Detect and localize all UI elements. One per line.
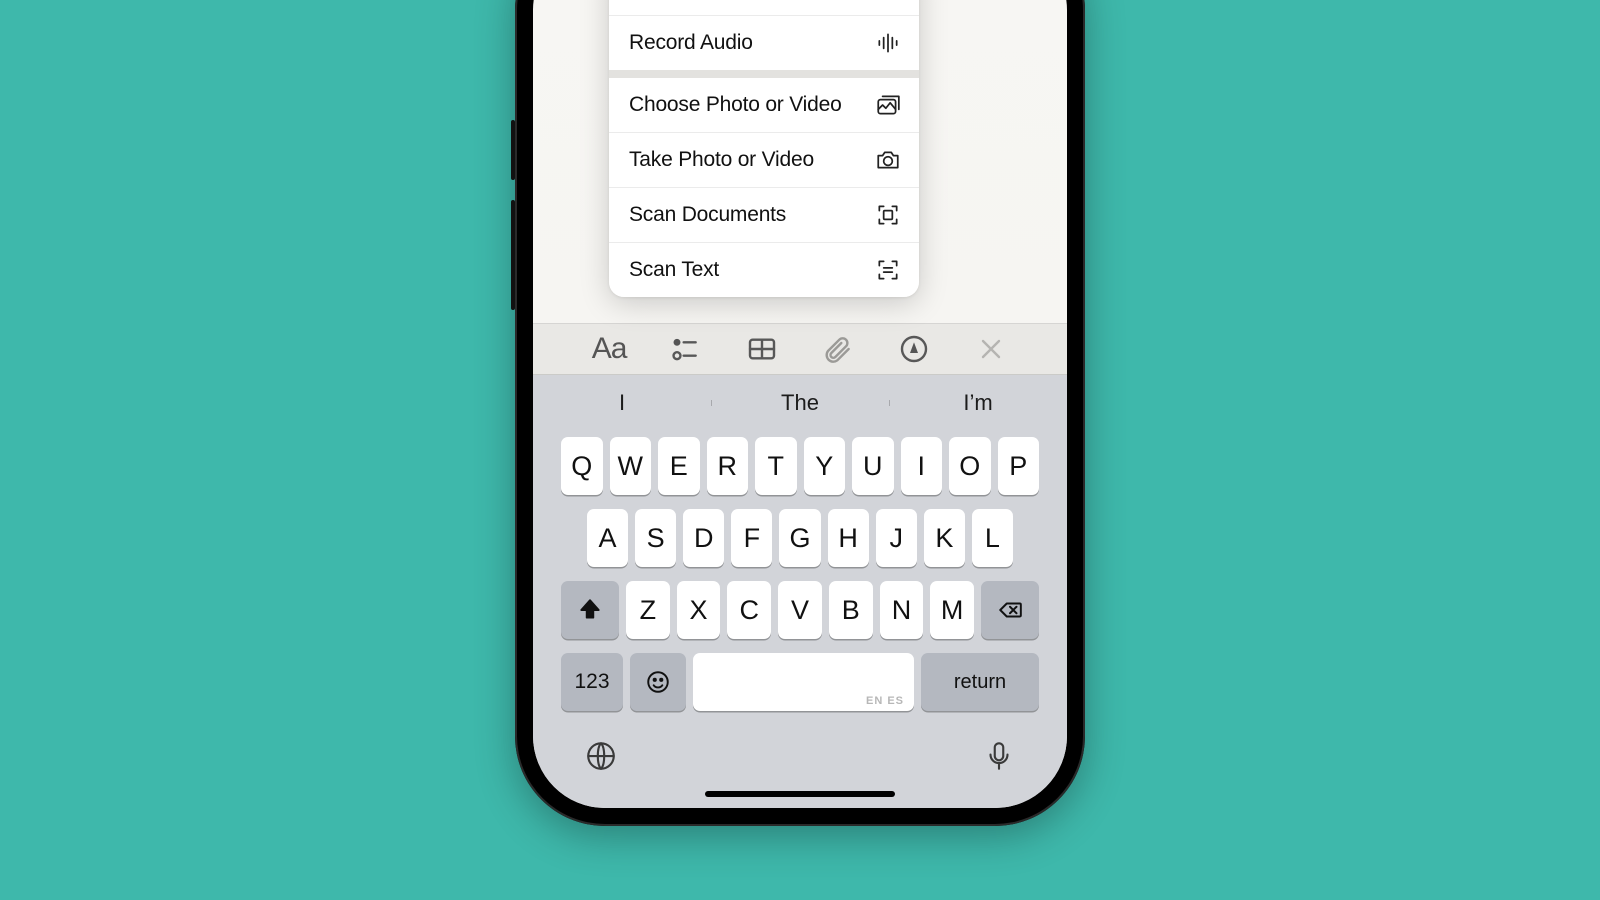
key-c[interactable]: C	[727, 581, 771, 639]
gallery-icon	[875, 92, 901, 118]
attachment-menu: Attach File Record Audio Choose	[609, 0, 919, 297]
shift-key[interactable]	[561, 581, 619, 639]
screen: Attach File Record Audio Choose	[533, 0, 1067, 808]
globe-button[interactable]	[581, 736, 621, 776]
text-scan-icon	[875, 257, 901, 283]
file-icon	[875, 0, 901, 1]
key-y[interactable]: Y	[804, 437, 846, 495]
suggestion-2[interactable]: The	[711, 390, 889, 416]
doc-scan-icon	[875, 202, 901, 228]
backspace-key[interactable]	[981, 581, 1039, 639]
key-row-2: A S D F G H J K L	[539, 509, 1061, 567]
menu-item-label: Record Audio	[629, 31, 753, 55]
key-u[interactable]: U	[852, 437, 894, 495]
key-s[interactable]: S	[635, 509, 676, 567]
key-row-1: Q W E R T Y U I O P	[539, 437, 1061, 495]
keyboard: Q W E R T Y U I O P A S D F G H	[533, 431, 1067, 717]
key-z[interactable]: Z	[626, 581, 670, 639]
close-toolbar-button[interactable]	[971, 329, 1011, 369]
numbers-key[interactable]: 123	[561, 653, 623, 711]
key-q[interactable]: Q	[561, 437, 603, 495]
key-d[interactable]: D	[683, 509, 724, 567]
menu-group-1: Attach File Record Audio	[609, 0, 919, 70]
checklist-button[interactable]	[665, 329, 705, 369]
key-w[interactable]: W	[610, 437, 652, 495]
table-button[interactable]	[742, 329, 782, 369]
key-row-4: 123 EN ES return	[539, 653, 1061, 711]
key-h[interactable]: H	[828, 509, 869, 567]
space-languages: EN ES	[866, 695, 904, 707]
attachment-button[interactable]	[818, 329, 858, 369]
format-toolbar: Aa	[533, 323, 1067, 375]
menu-item-label: Scan Documents	[629, 203, 786, 227]
key-x[interactable]: X	[677, 581, 721, 639]
key-o[interactable]: O	[949, 437, 991, 495]
menu-item-record-audio[interactable]: Record Audio	[609, 15, 919, 70]
menu-item-label: Take Photo or Video	[629, 148, 814, 172]
key-m[interactable]: M	[930, 581, 974, 639]
camera-icon	[875, 147, 901, 173]
dictation-button[interactable]	[979, 736, 1019, 776]
key-k[interactable]: K	[924, 509, 965, 567]
markup-button[interactable]	[894, 329, 934, 369]
key-j[interactable]: J	[876, 509, 917, 567]
suggestion-bar: I The I’m	[533, 375, 1067, 431]
key-p[interactable]: P	[998, 437, 1040, 495]
key-f[interactable]: F	[731, 509, 772, 567]
key-row-3: Z X C V B N M	[539, 581, 1061, 639]
menu-item-choose-photo[interactable]: Choose Photo or Video	[609, 78, 919, 132]
menu-item-attach-file[interactable]: Attach File	[609, 0, 919, 15]
note-canvas[interactable]: Attach File Record Audio Choose	[533, 0, 1067, 323]
menu-item-label: Scan Text	[629, 258, 719, 282]
key-r[interactable]: R	[707, 437, 749, 495]
key-l[interactable]: L	[972, 509, 1013, 567]
menu-item-label: Choose Photo or Video	[629, 93, 842, 117]
menu-item-scan-documents[interactable]: Scan Documents	[609, 187, 919, 242]
text-format-label: Aa	[592, 332, 627, 366]
key-t[interactable]: T	[755, 437, 797, 495]
suggestion-3[interactable]: I’m	[889, 390, 1067, 416]
suggestion-1[interactable]: I	[533, 390, 711, 416]
waveform-icon	[875, 30, 901, 56]
menu-item-take-photo[interactable]: Take Photo or Video	[609, 132, 919, 187]
key-v[interactable]: V	[778, 581, 822, 639]
menu-item-scan-text[interactable]: Scan Text	[609, 242, 919, 297]
home-indicator[interactable]	[705, 791, 895, 797]
key-e[interactable]: E	[658, 437, 700, 495]
text-format-button[interactable]: Aa	[589, 329, 629, 369]
phone-frame: Attach File Record Audio Choose	[515, 0, 1085, 826]
key-g[interactable]: G	[779, 509, 820, 567]
emoji-key[interactable]	[630, 653, 686, 711]
keyboard-area: I The I’m Q W E R T Y U I O P A	[533, 375, 1067, 808]
key-n[interactable]: N	[880, 581, 924, 639]
space-key[interactable]: EN ES	[693, 653, 914, 711]
key-a[interactable]: A	[587, 509, 628, 567]
menu-group-2: Choose Photo or Video Take Photo or Vide…	[609, 70, 919, 297]
key-b[interactable]: B	[829, 581, 873, 639]
key-i[interactable]: I	[901, 437, 943, 495]
return-key[interactable]: return	[921, 653, 1039, 711]
keyboard-footer	[533, 717, 1067, 801]
